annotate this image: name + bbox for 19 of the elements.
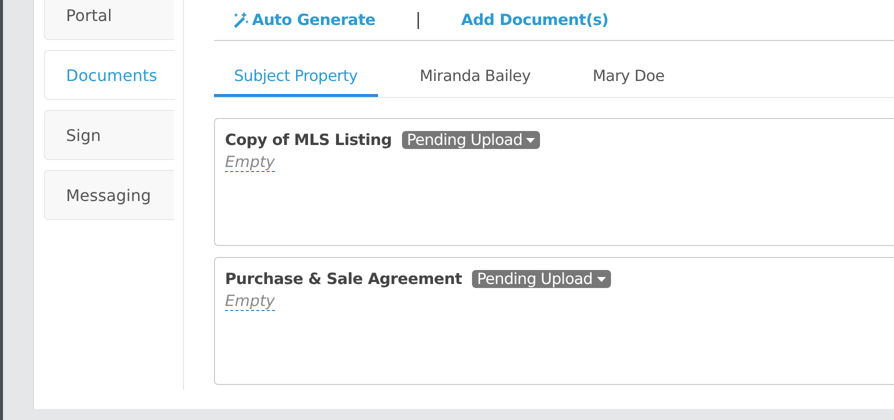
editable-value[interactable]: Empty bbox=[225, 292, 275, 311]
sidebar-item[interactable]: Portal bbox=[44, 0, 174, 40]
tab[interactable]: Miranda Bailey bbox=[400, 58, 551, 97]
document-title: Copy of MLS Listing bbox=[225, 131, 392, 149]
separator: | bbox=[415, 10, 422, 30]
status-dropdown[interactable]: Pending Upload bbox=[402, 131, 540, 149]
sidebar-item[interactable]: Messaging bbox=[44, 170, 174, 220]
magic-wand-icon bbox=[232, 12, 249, 28]
document-title: Purchase & Sale Agreement bbox=[225, 270, 462, 288]
caret-icon bbox=[526, 138, 536, 142]
tab[interactable]: Subject Property bbox=[214, 58, 378, 97]
auto-generate-link[interactable]: Auto Generate bbox=[232, 11, 376, 29]
add-documents-link[interactable]: Add Document(s) bbox=[461, 11, 608, 29]
tab[interactable]: Mary Doe bbox=[572, 58, 684, 97]
sidebar-item[interactable]: Documents bbox=[44, 50, 175, 100]
status-dropdown[interactable]: Pending Upload bbox=[472, 270, 611, 288]
sidebar-item[interactable]: Sign bbox=[44, 110, 174, 160]
editable-value[interactable]: Empty bbox=[225, 153, 275, 172]
caret-icon bbox=[596, 276, 606, 282]
